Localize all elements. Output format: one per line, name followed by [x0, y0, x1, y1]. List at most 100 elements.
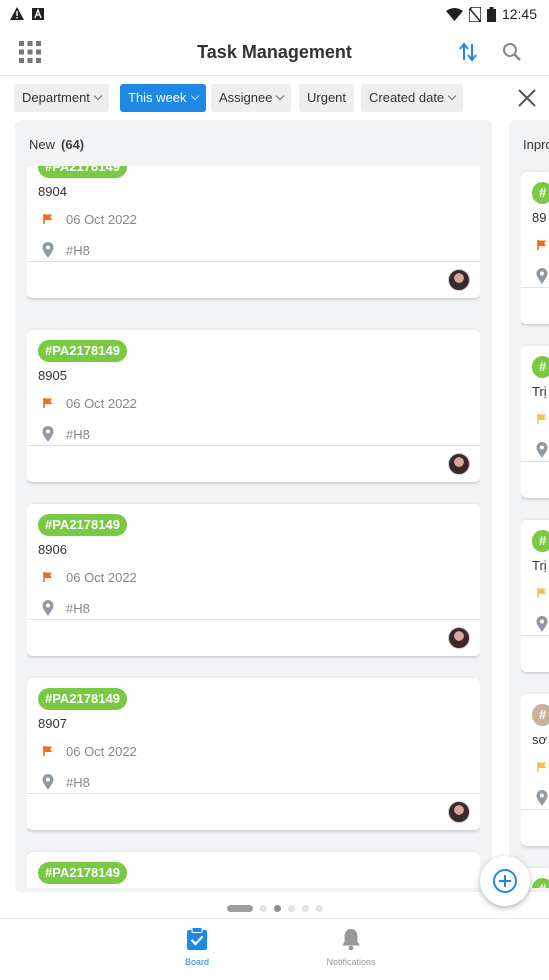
battery-icon	[486, 6, 496, 22]
task-title: sơ	[532, 732, 548, 747]
task-card[interactable]: # sơ	[521, 694, 549, 846]
status-bar-right: 12:45	[445, 6, 537, 22]
page-dot[interactable]	[301, 904, 309, 912]
no-sim-icon	[468, 6, 481, 22]
filter-this-week[interactable]: This week	[120, 84, 206, 112]
task-card[interactable]: # Trị	[521, 346, 549, 498]
search-icon[interactable]	[500, 40, 524, 64]
page-dot[interactable]	[287, 904, 295, 912]
card-list[interactable]: #PA2178149 8904 06 Oct 2022 #H8 #PA21781…	[27, 166, 480, 888]
task-date-row	[532, 409, 549, 429]
status-bar: 12:45	[0, 0, 549, 30]
task-code-badge: #	[532, 182, 549, 204]
nav-board[interactable]: Board	[137, 927, 257, 967]
bottom-nav: Board Notifications	[0, 918, 549, 980]
location-pin-icon	[532, 440, 549, 460]
task-location-row: #H8	[38, 772, 90, 792]
flag-icon	[532, 235, 549, 255]
task-code-badge: #PA2178149	[38, 688, 127, 710]
card-footer	[27, 793, 480, 830]
task-card[interactable]: #PA2178149 8904 06 Oct 2022 #H8	[27, 166, 480, 298]
flag-icon	[532, 757, 549, 777]
task-location: #H8	[66, 600, 90, 616]
task-date-row: 06 Oct 2022	[38, 567, 137, 587]
status-time: 12:45	[501, 6, 537, 22]
avatar[interactable]	[448, 801, 470, 823]
column-header: New (64)	[29, 137, 85, 152]
nav-board-label: Board	[184, 957, 210, 967]
filter-urgent[interactable]: Urgent	[299, 84, 355, 112]
task-card[interactable]: #PA2178149 8907 06 Oct 2022 #H8	[27, 678, 480, 830]
chevron-down-icon	[447, 91, 457, 101]
task-location-row: #H8	[38, 598, 90, 618]
filter-created-date[interactable]: Created date	[361, 84, 464, 112]
location-pin-icon	[38, 424, 58, 444]
filter-bar: Department This week Assignee Urgent Cre…	[0, 76, 549, 120]
task-location-row	[532, 614, 549, 634]
app-header: Task Management	[0, 30, 549, 76]
page-dot[interactable]	[315, 904, 323, 912]
avatar[interactable]	[448, 269, 470, 291]
column-header: Inpro	[523, 137, 549, 152]
filter-department[interactable]: Department	[14, 84, 109, 112]
task-card[interactable]: #PA2178149	[27, 852, 480, 888]
task-location-row: #H8	[38, 240, 90, 260]
task-location-row	[532, 440, 549, 460]
location-pin-icon	[532, 614, 549, 634]
chevron-down-icon	[190, 91, 199, 101]
card-footer	[27, 261, 480, 298]
location-pin-icon	[532, 266, 549, 286]
add-task-button[interactable]	[480, 856, 530, 906]
chevron-down-icon	[276, 91, 285, 101]
task-date: 06 Oct 2022	[66, 211, 137, 227]
filter-assignee[interactable]: Assignee	[211, 84, 292, 112]
sort-icon[interactable]	[456, 40, 480, 64]
card-list[interactable]: # 89 # Trị # Trị # sơ	[521, 166, 549, 888]
avatar[interactable]	[448, 453, 470, 475]
close-icon[interactable]	[515, 86, 539, 110]
card-footer	[521, 809, 549, 846]
nav-notifications-label: Notifications	[326, 957, 376, 967]
card-footer	[27, 445, 480, 482]
page-dot[interactable]	[226, 904, 253, 912]
bell-icon	[342, 929, 360, 951]
flag-icon	[38, 567, 58, 587]
page-dot[interactable]	[259, 904, 267, 912]
task-date-row	[532, 235, 549, 255]
task-code-badge: #	[532, 356, 549, 378]
task-date: 06 Oct 2022	[66, 395, 137, 411]
location-pin-icon	[38, 598, 58, 618]
board-check-icon	[187, 927, 207, 950]
task-code-badge: #PA2178149	[38, 166, 127, 178]
flag-icon	[38, 741, 58, 761]
task-code-badge: #	[532, 878, 549, 888]
chevron-down-icon	[93, 91, 103, 101]
task-location-row	[532, 266, 549, 286]
avatar[interactable]	[448, 627, 470, 649]
task-card[interactable]: # Trị	[521, 520, 549, 672]
column-new: New (64) #PA2178149 8904 06 Oct 2022 #H8 …	[15, 120, 492, 892]
task-title: 8906	[38, 542, 67, 557]
column-inprogress: Inpro # 89 # Trị # Trị	[509, 120, 549, 892]
location-pin-icon	[38, 772, 58, 792]
nav-notifications[interactable]: Notifications	[291, 927, 411, 967]
flag-icon	[38, 209, 58, 229]
task-card[interactable]: # 89	[521, 172, 549, 324]
card-footer	[27, 619, 480, 656]
task-card[interactable]: #PA2178149 8906 06 Oct 2022 #H8	[27, 504, 480, 656]
task-code-badge: #	[532, 530, 549, 552]
task-title: Trị	[532, 384, 547, 399]
task-date: 06 Oct 2022	[66, 743, 137, 759]
task-card[interactable]: #PA2178149 8905 06 Oct 2022 #H8	[27, 330, 480, 482]
task-date-row	[532, 583, 549, 603]
warning-icon	[10, 7, 24, 20]
task-title: 8907	[38, 716, 67, 731]
task-code-badge: #PA2178149	[38, 340, 127, 362]
task-date: 06 Oct 2022	[66, 569, 137, 585]
flag-icon	[532, 583, 549, 603]
task-code-badge: #PA2178149	[38, 514, 127, 536]
page-dot-current[interactable]	[273, 904, 281, 912]
task-title: Trị	[532, 558, 547, 573]
column-count: (64)	[61, 137, 85, 152]
task-date-row	[532, 757, 549, 777]
